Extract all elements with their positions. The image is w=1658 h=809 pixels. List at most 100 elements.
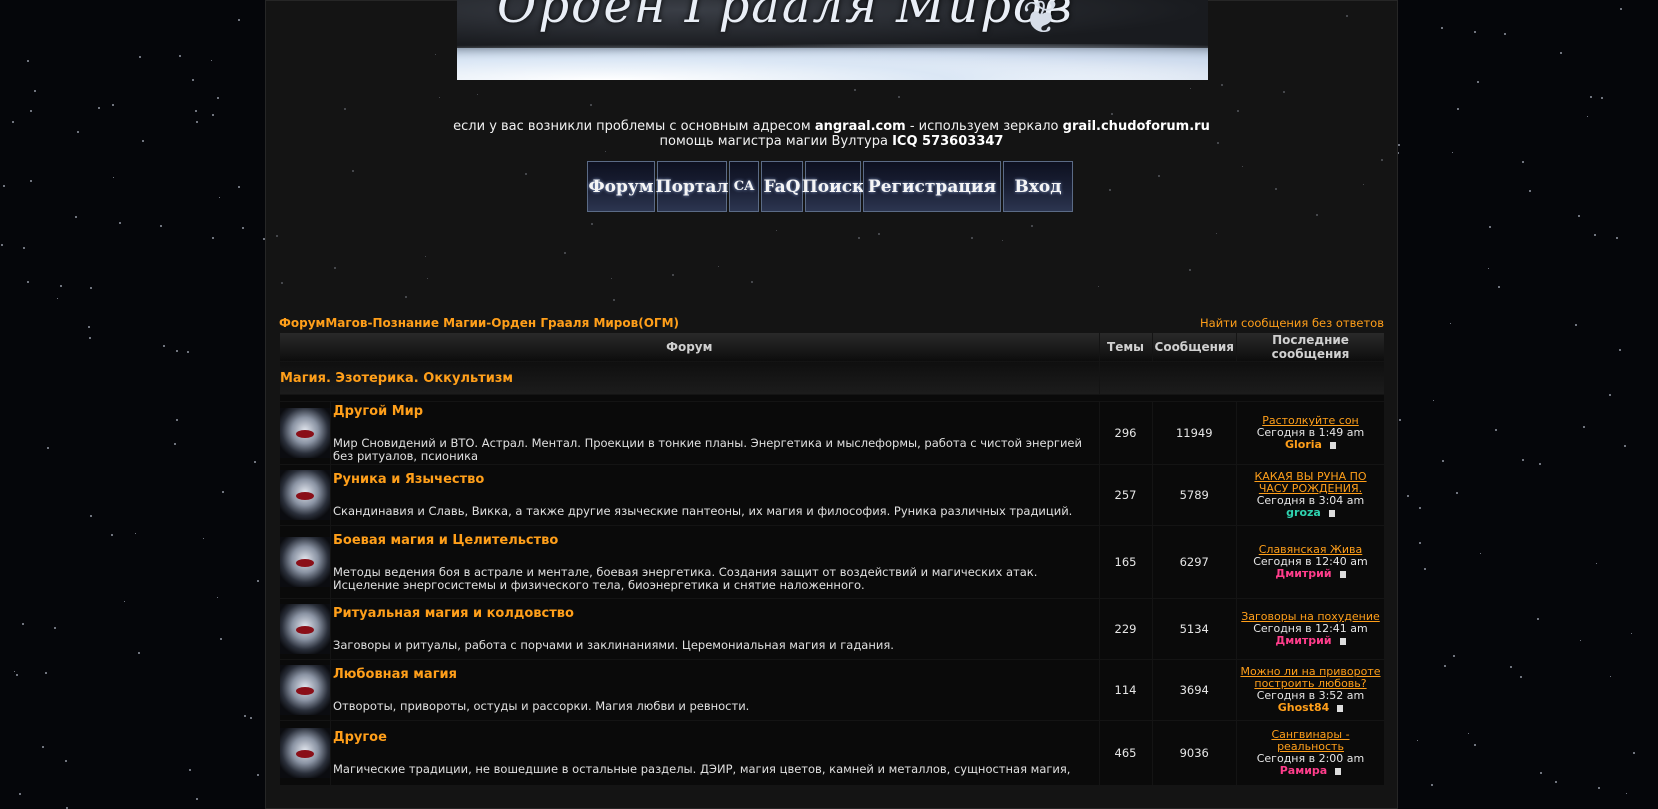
forum-posts-count: 5789 [1152,465,1236,525]
banner-snow [457,44,1208,80]
forum-last-post: Славянская Жива Сегодня в 12:40 am Дмитр… [1237,526,1384,598]
forum-posts-count: 9036 [1152,721,1236,785]
forum-description: Методы ведения боя в астрале и ментале, … [333,564,1038,592]
forum-icon-cell [280,660,330,720]
forum-status-icon [280,604,330,654]
forum-info-cell: Боевая магия и Целительство Методы веден… [331,526,1099,598]
goto-post-icon[interactable] [1328,509,1335,517]
header-topics: Темы [1099,333,1152,361]
forum-topics-count: 229 [1099,599,1152,659]
forum-table: Форум Темы Сообщения Последние сообщения… [279,332,1385,786]
goto-post-icon[interactable] [1337,704,1344,712]
forum-description: Мир Сновидений и ВТО. Астрал. Ментал. Пр… [333,435,1082,463]
forum-icon-cell [280,402,330,464]
forum-row: Любовная магия Отвороты, привороты, осту… [280,660,1384,720]
forum-posts-count: 6297 [1152,526,1236,598]
forum-last-post: Можно ли на привороте построить любовь? … [1237,660,1384,720]
last-post-user-link[interactable]: Рамира [1280,764,1327,777]
main-domain: angraal.com [814,119,906,134]
forum-topics-count: 165 [1099,526,1152,598]
main-navbar: Форум Портал CA FaQ Поиск Регистрация Вх… [587,161,1073,214]
nav-ca-button[interactable]: CA [729,161,759,212]
forum-info-cell: Руника и Язычество Скандинавия и Славь, … [331,465,1099,525]
goto-post-icon[interactable] [1329,441,1336,449]
notice-text: если у вас возникли проблемы с основным … [453,119,811,134]
last-post-topic-link[interactable]: КАКАЯ ВЫ РУНА ПО ЧАСУ РОЖДЕНИЯ. [1238,471,1383,495]
goto-post-icon[interactable] [1339,570,1346,578]
forum-status-icon [280,470,330,520]
forum-icon-cell [280,465,330,525]
forum-last-post: КАКАЯ ВЫ РУНА ПО ЧАСУ РОЖДЕНИЯ. Сегодня … [1237,465,1384,525]
forum-topics-count: 114 [1099,660,1152,720]
banner-ornament-icon: ❦ [1022,0,1061,44]
forum-icon-cell [280,599,330,659]
forum-name-link[interactable]: Боевая магия и Целительство [333,533,1097,548]
last-post-user-link[interactable]: Gloria [1285,438,1322,451]
forum-last-post: Заговоры на похудение Сегодня в 12:41 am… [1237,599,1384,659]
category-filler [1099,362,1384,394]
forum-name-link[interactable]: Руника и Язычество [333,472,1097,487]
forum-info-cell: Любовная магия Отвороты, привороты, осту… [331,660,1099,720]
forum-description: Отвороты, привороты, остуды и рассорки. … [333,699,750,713]
nav-faq-button[interactable]: FaQ [761,161,803,212]
forum-row: Другой Мир Мир Сновидений и ВТО. Астрал.… [280,402,1384,464]
forum-last-post: Растолкуйте сон Сегодня в 1:49 am Gloria [1237,402,1384,464]
forum-row: Ритуальная магия и колдовство Заговоры и… [280,599,1384,659]
forum-topics-count: 296 [1099,402,1152,464]
forum-posts-count: 5134 [1152,599,1236,659]
header-posts: Сообщения [1152,333,1236,361]
forum-info-cell: Ритуальная магия и колдовство Заговоры и… [331,599,1099,659]
goto-post-icon[interactable] [1339,637,1346,645]
forum-status-icon [280,665,330,715]
nav-forum-button[interactable]: Форум [587,161,655,212]
goto-post-icon[interactable] [1335,767,1342,775]
forum-description: Скандинавия и Славь, Викка, а также друг… [333,504,1073,518]
category-row: Магия. Эзотерика. Оккультизм [280,362,1384,394]
forum-status-icon [280,728,330,778]
forum-row: Руника и Язычество Скандинавия и Славь, … [280,465,1384,525]
forum-topics-count: 257 [1099,465,1152,525]
banner-title: Орден Грааля Миров [497,0,1074,34]
unanswered-posts-link[interactable]: Найти сообщения без ответов [1200,316,1384,330]
forum-row: Боевая магия и Целительство Методы веден… [280,526,1384,598]
forum-row: Другое Магические традиции, не вошедшие … [280,721,1384,785]
category-title[interactable]: Магия. Эзотерика. Оккультизм [280,362,1099,394]
category-spacer [280,395,1384,401]
page-container: Орден Грааля Миров ❦ если у вас возникли… [265,0,1398,809]
help-notice: помощь магистра магии Вултура ICQ 573603… [265,134,1398,149]
mirror-notice: если у вас возникли проблемы с основным … [265,119,1398,134]
forum-posts-count: 3694 [1152,660,1236,720]
notice-text-mid: - используем зеркало [909,119,1059,134]
header-banner: Орден Грааля Миров ❦ [457,0,1208,80]
forum-name-link[interactable]: Другое [333,730,1097,745]
last-post-user-link[interactable]: Дмитрий [1275,567,1331,580]
nav-search-button[interactable]: Поиск [802,161,864,212]
table-header-row: Форум Темы Сообщения Последние сообщения [280,333,1384,361]
forum-name-link[interactable]: Другой Мир [333,404,1097,419]
forum-description: Магические традиции, не вошедшие в остал… [333,762,1071,776]
forum-description: Заговоры и ритуалы, работа с порчами и з… [333,638,894,652]
icq-number: ICQ 573603347 [892,134,1004,149]
last-post-user-link[interactable]: groza [1286,506,1321,519]
nav-register-button[interactable]: Регистрация [863,161,1001,212]
forum-icon-cell [280,526,330,598]
forum-info-cell: Другой Мир Мир Сновидений и ВТО. Астрал.… [331,402,1099,464]
header-last-posts: Последние сообщения [1237,333,1384,361]
nav-login-button[interactable]: Вход [1003,161,1073,212]
last-post-topic-link[interactable]: Сангвинары - реальность [1238,729,1383,753]
forum-status-icon [280,537,330,587]
last-post-user-link[interactable]: Ghost84 [1278,701,1330,714]
nav-portal-button[interactable]: Портал [656,161,728,212]
last-post-user-link[interactable]: Дмитрий [1275,634,1331,647]
mirror-domain: grail.chudoforum.ru [1062,119,1210,134]
forum-icon-cell [280,721,330,785]
forum-status-icon [280,408,330,458]
header-forum: Форум [280,333,1099,361]
help-text: помощь магистра магии Вултура [659,134,888,149]
last-post-topic-link[interactable]: Можно ли на привороте построить любовь? [1238,666,1383,690]
forum-name-link[interactable]: Ритуальная магия и колдовство [333,606,1097,621]
forum-info-cell: Другое Магические традиции, не вошедшие … [331,721,1099,785]
forum-name-link[interactable]: Любовная магия [333,667,1097,682]
breadcrumb[interactable]: ФорумМагов-Познание Магии-Орден Грааля М… [279,316,679,330]
forum-last-post: Сангвинары - реальность Сегодня в 2:00 a… [1237,721,1384,785]
